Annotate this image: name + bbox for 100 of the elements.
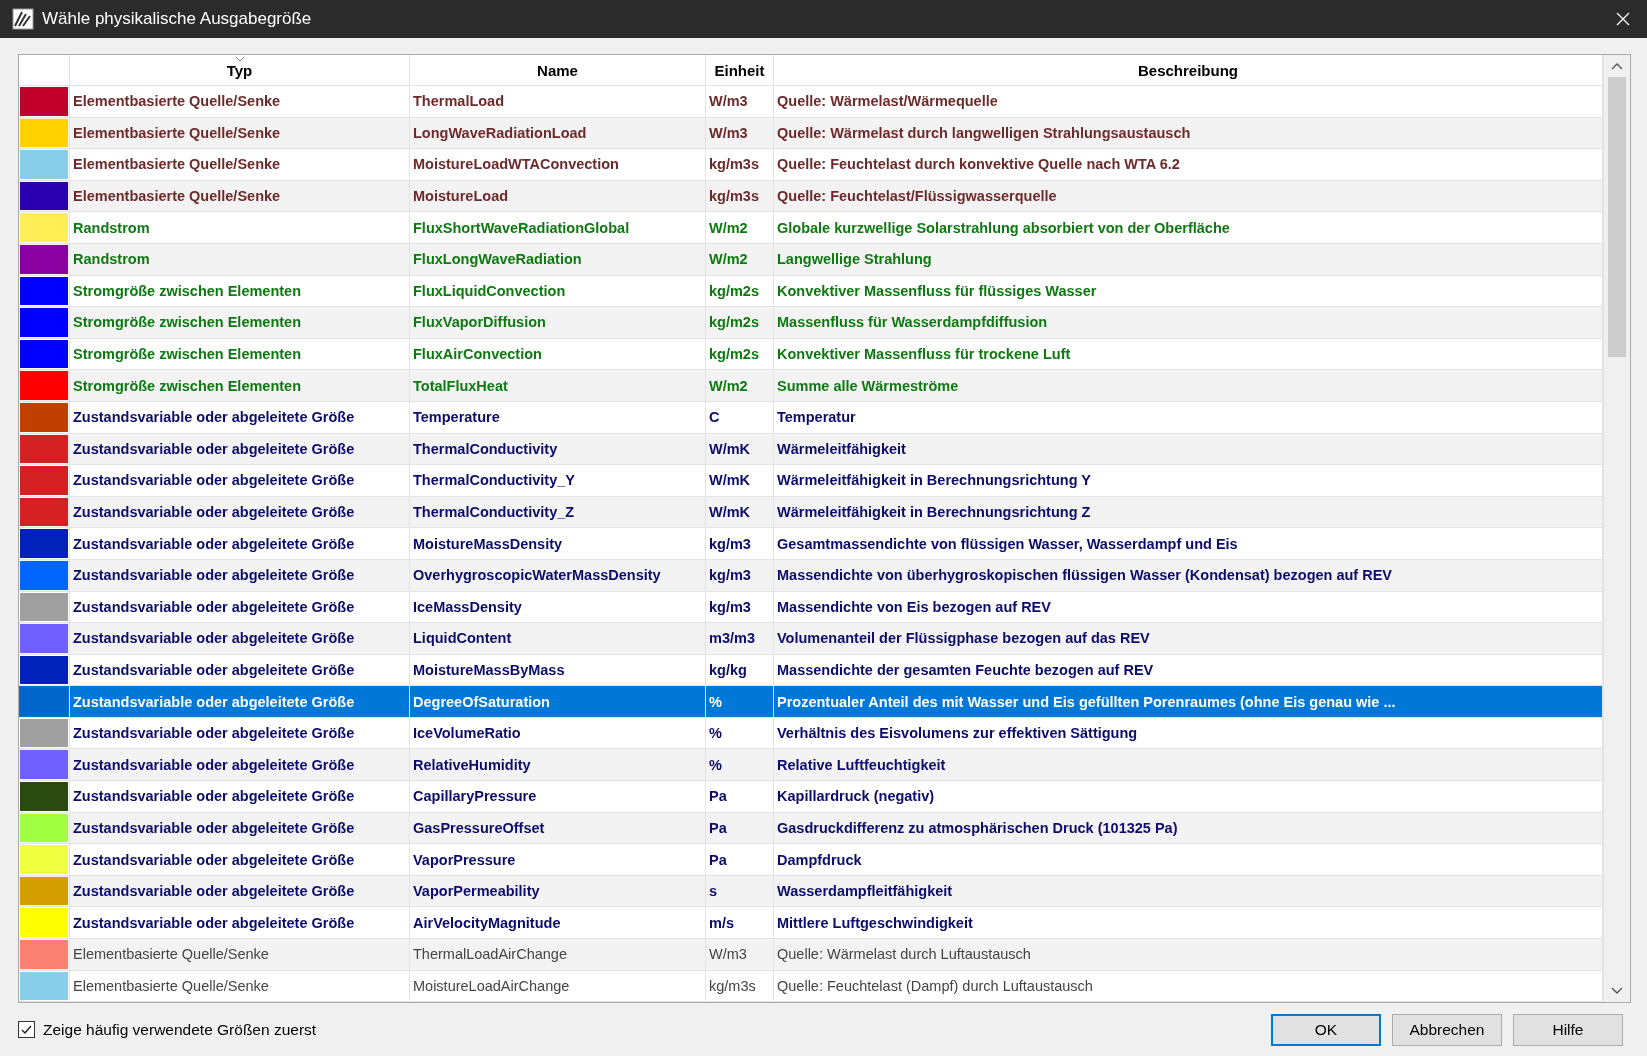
table-cell: MoistureLoad	[413, 188, 509, 205]
column-header[interactable]: Beschreibung	[1138, 61, 1238, 79]
table-cell: W/m2	[709, 377, 748, 394]
close-icon[interactable]	[1615, 11, 1631, 27]
table-cell: Elementbasierte Quelle/Senke	[73, 188, 281, 205]
table-cell: Stromgröße zwischen Elementen	[73, 346, 302, 363]
table-cell: kg/m2s	[709, 282, 759, 299]
table-cell: FluxLiquidConvection	[413, 282, 566, 299]
table-row[interactable]: Zustandsvariable oder abgeleitete Größe VaporPermeability s Wasserdampfleitfähigkeit	[19, 875, 1603, 908]
column-header[interactable]: Name	[537, 61, 578, 79]
table-cell: Randstrom	[73, 251, 150, 268]
window-title: Wähle physikalische Ausgabegröße	[42, 9, 313, 29]
table-row[interactable]: Zustandsvariable oder abgeleitete Größe OverhygroscopicWaterMassDensity kg/m3 Massendichte von überhygroskopischen flüssigen Wasser (Kondensat) bezogen auf REV	[19, 559, 1603, 592]
table-cell: Konvektiver Massenfluss für flüssiges Wasser	[777, 282, 1097, 299]
table-cell: Elementbasierte Quelle/Senke	[73, 124, 281, 141]
table-row[interactable]: Zustandsvariable oder abgeleitete Größe GasPressureOffset Pa Gasdruckdifferenz zu atmosphärischen Druck (101325 Pa)	[19, 812, 1603, 845]
table-cell: Gasdruckdifferenz zu atmosphärischen Druck (101325 Pa)	[777, 819, 1178, 836]
table-cell: Pa	[709, 788, 727, 805]
table-cell: %	[709, 756, 722, 773]
table-cell: C	[709, 409, 720, 426]
table-cell: CapillaryPressure	[413, 788, 537, 805]
dialog-button[interactable]: Hilfe	[1513, 1013, 1623, 1046]
column-header[interactable]: Typ	[226, 61, 253, 79]
dialog-button[interactable]: Abbrechen	[1392, 1013, 1502, 1046]
table-cell: OverhygroscopicWaterMassDensity	[413, 567, 661, 584]
table-cell: RelativeHumidity	[413, 756, 531, 773]
table-cell: Elementbasierte Quelle/Senke	[73, 977, 269, 994]
table-row[interactable]: Zustandsvariable oder abgeleitete Größe LiquidContent m3/m3 Volumenanteil der Flüssigphase bezogen auf das REV	[19, 623, 1603, 655]
table-cell: kg/m3	[709, 535, 751, 552]
table-cell: Zustandsvariable oder abgeleitete Größe	[73, 756, 355, 773]
table-row[interactable]: Elementbasierte Quelle/Senke MoistureLoad kg/m3s Quelle: Feuchtelast/Flüssigwasserquelle	[19, 180, 1603, 213]
table-row[interactable]: Elementbasierte Quelle/Senke ThermalLoadAirChange W/m3 Quelle: Wärmelast durch Luftaustausch	[19, 939, 1603, 971]
table-row[interactable]: Elementbasierte Quelle/Senke MoistureLoadAirChange kg/m3s Quelle: Feuchtelast (Dampf) durch Luftaustausch	[19, 970, 1603, 1003]
table-cell: Massendichte von überhygroskopischen flüssigen Wasser (Kondensat) bezogen auf REV	[777, 567, 1393, 584]
table-row[interactable]: Zustandsvariable oder abgeleitete Größe ThermalConductivity W/mK Wärmeleitfähigkeit	[19, 433, 1603, 466]
table-cell: W/m2	[709, 251, 748, 268]
table-row[interactable]: Zustandsvariable oder abgeleitete Größe Temperature C Temperatur	[19, 401, 1603, 434]
table-row[interactable]: Zustandsvariable oder abgeleitete Größe MoistureMassDensity kg/m3 Gesamtmassendichte von flüssigen Wasser, Wasserdampf und Eis	[19, 528, 1603, 560]
table-cell: W/m3	[709, 946, 747, 963]
table-cell: Zustandsvariable oder abgeleitete Größe	[73, 662, 355, 678]
table-cell: Dampfdruck	[777, 851, 862, 868]
table-cell: Zustandsvariable oder abgeleitete Größe	[73, 535, 355, 552]
checkbox[interactable]	[18, 1021, 35, 1039]
table-row[interactable]: Zustandsvariable oder abgeleitete Größe ThermalConductivity_Y W/mK Wärmeleitfähigkeit in Berechnungsrichtung Y	[19, 465, 1603, 497]
table-row[interactable]: Zustandsvariable oder abgeleitete Größe RelativeHumidity % Relative Luftfeuchtigkeit	[19, 749, 1603, 782]
table-cell: ThermalLoad	[413, 93, 505, 110]
table-cell: Elementbasierte Quelle/Senke	[73, 156, 281, 173]
table-row[interactable]: Randstrom FluxShortWaveRadiationGlobal W/m2 Globale kurzwellige Solarstrahlung absorbiert von der Oberfläche	[19, 212, 1603, 244]
table-cell: Gesamtmassendichte von flüssigen Wasser, Wasserdampf und Eis	[777, 535, 1238, 552]
table-row[interactable]: Zustandsvariable oder abgeleitete Größe DegreeOfSaturation % Prozentualer Anteil des mit Wasser und Eis gefüllten Porenraumes (ohne Eis genau wie ...	[19, 686, 1603, 718]
table-row[interactable]: Elementbasierte Quelle/Senke MoistureLoadWTAConvection kg/m3s Quelle: Feuchtelast durch konvektive Quelle nach WTA 6.2	[19, 149, 1603, 181]
table-cell: W/mK	[709, 472, 751, 489]
table-cell: AirVelocityMagnitude	[413, 914, 561, 931]
table-cell: DegreeOfSaturation	[413, 693, 550, 710]
table-row[interactable]: Zustandsvariable oder abgeleitete Größe ThermalConductivity_Z W/mK Wärmeleitfähigkeit in Berechnungsrichtung Z	[19, 496, 1603, 529]
table-cell: kg/m2s	[709, 346, 759, 363]
table-cell: Zustandsvariable oder abgeleitete Größe	[73, 693, 355, 710]
table-row[interactable]: Stromgröße zwischen Elementen FluxVaporDiffusion kg/m2s Massenfluss für Wasserdampfdiffusion	[19, 307, 1603, 339]
table-cell: Wärmeleitfähigkeit in Berechnungsrichtung Y	[777, 472, 1091, 489]
table-row[interactable]: Zustandsvariable oder abgeleitete Größe CapillaryPressure Pa Kapillardruck (negativ)	[19, 781, 1603, 813]
table-cell: Pa	[709, 851, 727, 868]
table-cell: Quelle: Feuchtelast (Dampf) durch Luftaustausch	[777, 977, 1093, 994]
table-cell: ThermalConductivity	[413, 440, 558, 457]
table-cell: W/m3	[709, 124, 748, 141]
table-cell: Wärmeleitfähigkeit in Berechnungsrichtung Z	[777, 504, 1091, 520]
table-cell: Kapillardruck (negativ)	[777, 788, 935, 805]
table-row[interactable]: Elementbasierte Quelle/Senke ThermalLoad W/m3 Quelle: Wärmelast/Wärmequelle	[19, 86, 1603, 118]
table-row[interactable]: Elementbasierte Quelle/Senke LongWaveRadiationLoad W/m3 Quelle: Wärmelast durch langwelligen Strahlungsaustausch	[19, 117, 1603, 150]
table-cell: W/mK	[709, 504, 751, 520]
table-cell: Volumenanteil der Flüssigphase bezogen auf das REV	[777, 630, 1150, 647]
table-cell: Konvektiver Massenfluss für trockene Luft	[777, 346, 1071, 363]
scrollbar-thumb[interactable]	[1608, 77, 1626, 357]
table-cell: kg/m2s	[709, 314, 759, 331]
table-cell: MoistureMassByMass	[413, 662, 565, 678]
table-cell: W/m3	[709, 93, 748, 110]
table-row[interactable]: Zustandsvariable oder abgeleitete Größe VaporPressure Pa Dampfdruck	[19, 844, 1603, 876]
table-cell: FluxVaporDiffusion	[413, 314, 546, 331]
app-icon	[12, 8, 34, 30]
scrollbar[interactable]	[1603, 55, 1630, 1003]
table-cell: Summe alle Wärmeströme	[777, 377, 959, 394]
table-cell: Zustandsvariable oder abgeleitete Größe	[73, 472, 355, 489]
table-cell: Relative Luftfeuchtigkeit	[777, 756, 946, 773]
table-cell: Quelle: Wärmelast durch langwelligen Strahlungsaustausch	[777, 124, 1191, 141]
table-cell: VaporPermeability	[413, 883, 540, 900]
column-header[interactable]: Einheit	[714, 61, 765, 79]
table-cell: Mittlere Luftgeschwindigkeit	[777, 914, 973, 931]
table-cell: GasPressureOffset	[413, 819, 545, 836]
table-cell: Stromgröße zwischen Elementen	[73, 377, 302, 394]
table-cell: VaporPressure	[413, 851, 516, 868]
table-cell: %	[709, 693, 722, 710]
table-cell: Wasserdampfleitfähigkeit	[777, 883, 953, 900]
table-cell: Zustandsvariable oder abgeleitete Größe	[73, 440, 355, 457]
scroll-up-icon[interactable]	[1611, 62, 1623, 70]
table-cell: s	[709, 883, 718, 900]
table-row[interactable]: Stromgröße zwischen Elementen TotalFluxHeat W/m2 Summe alle Wärmeströme	[19, 370, 1603, 402]
dialog-button[interactable]: OK	[1271, 1013, 1381, 1046]
table-row[interactable]: Randstrom FluxLongWaveRadiation W/m2 Langwellige Strahlung	[19, 243, 1603, 276]
table-cell: IceVolumeRatio	[413, 725, 521, 742]
table-cell: Zustandsvariable oder abgeleitete Größe	[73, 567, 355, 584]
scroll-down-icon[interactable]	[1611, 987, 1623, 996]
